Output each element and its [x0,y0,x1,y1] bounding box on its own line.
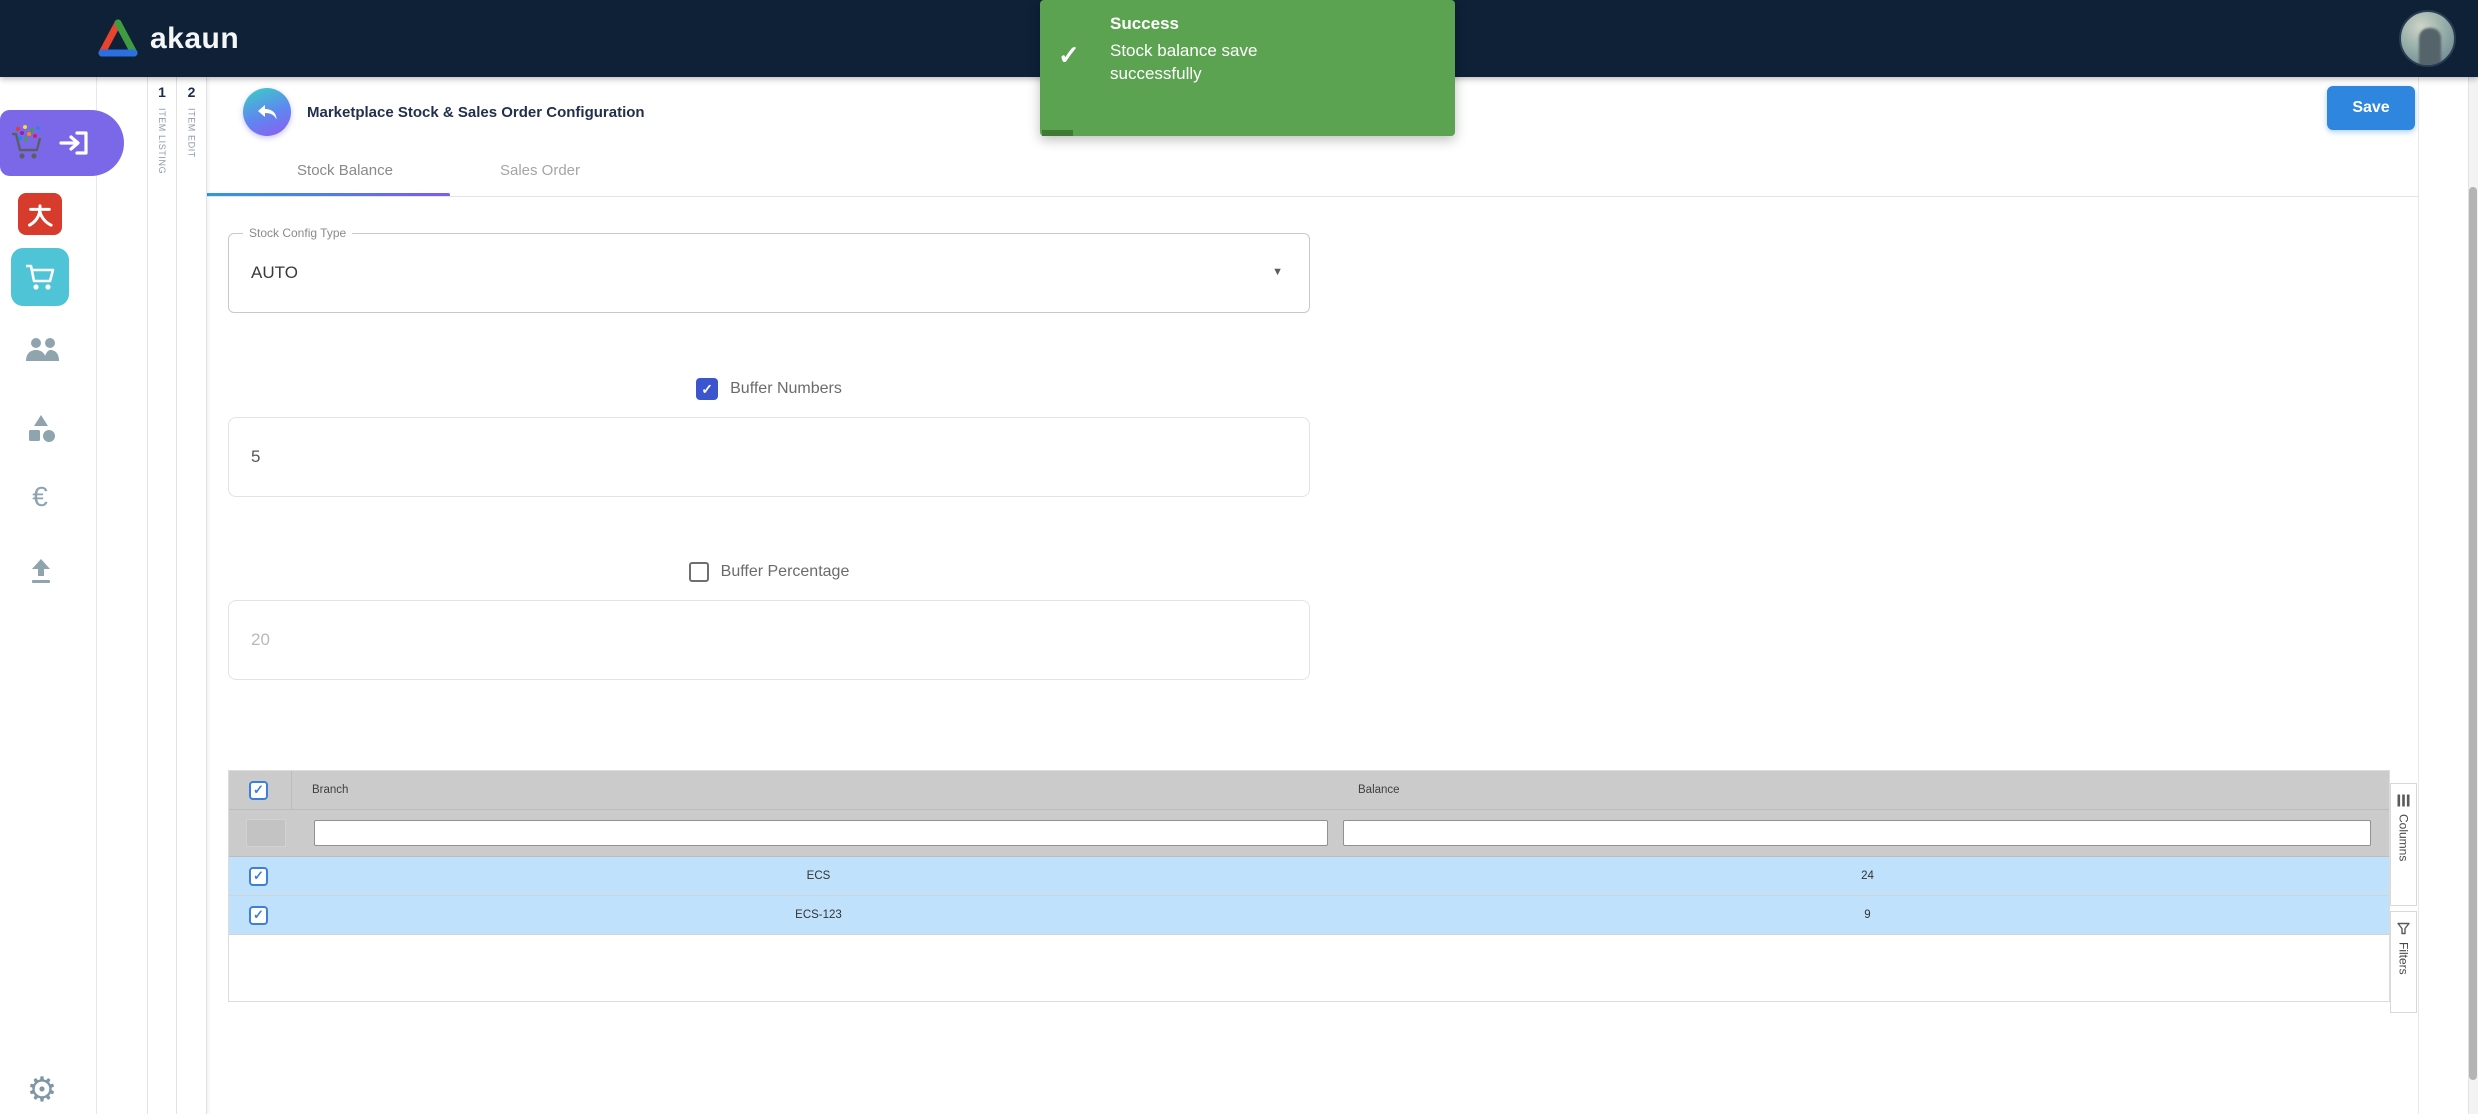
upload-icon [27,557,55,585]
columns-tab-label: Columns [2397,814,2411,861]
user-avatar[interactable] [2399,10,2456,67]
sidebar-item-shop-cart[interactable] [11,248,69,306]
balance-filter-input[interactable] [1343,820,2371,846]
euro-icon: € [32,481,48,513]
filter-funnel-icon [2397,922,2410,935]
success-toast: Success ✓ Stock balance save successfull… [1040,0,1455,136]
sidebar-item-finance[interactable]: € [23,480,57,514]
filters-panel-tab[interactable]: Filters [2390,911,2417,1013]
save-button[interactable]: Save [2327,86,2415,130]
users-icon [23,337,61,363]
row-checkbox[interactable]: ✓ [249,906,268,925]
buffer-numbers-row: ✓ Buffer Numbers [228,378,1310,400]
wizard-tab-number: 1 [158,84,166,100]
table-row[interactable]: ✓ ECS-123 9 [229,896,2389,935]
column-header-balance[interactable]: Balance [1346,784,2389,796]
column-header-branch[interactable]: Branch [291,771,1346,809]
scrollbar-thumb[interactable] [2469,187,2477,1080]
wizard-tab-number: 2 [188,84,196,100]
cart-icon [23,261,57,293]
cell-branch: ECS [291,857,1346,895]
toast-title: Success [1110,14,1437,34]
content-right-divider [2418,77,2419,1114]
row-checkbox[interactable]: ✓ [249,867,268,886]
columns-panel-tab[interactable]: Columns [2390,783,2417,906]
sidebar: € ⚙ [0,77,97,1114]
columns-icon [2397,794,2410,807]
back-button[interactable] [243,88,291,136]
buffer-numbers-label: Buffer Numbers [730,380,842,398]
toast-message: Stock balance save successfully [1110,40,1350,86]
red-app-icon [26,200,54,228]
stock-config-type-label: Stock Config Type [243,226,352,240]
sidebar-item-upload[interactable] [27,557,55,585]
buffer-percentage-checkbox[interactable] [689,562,709,582]
sidebar-item-users[interactable] [23,337,61,363]
cart-confetti-icon [8,124,46,162]
buffer-numbers-checkbox[interactable]: ✓ [696,378,718,400]
tab-sales-order[interactable]: Sales Order [467,162,613,192]
filters-tab-label: Filters [2397,942,2411,975]
buffer-numbers-input[interactable] [228,417,1310,497]
buffer-percentage-row: Buffer Percentage [228,562,1310,582]
toast-check-icon: ✓ [1058,40,1110,86]
app: akaun Success ✓ Stock balance save succe… [0,0,2478,1114]
table-header-row: ✓ Branch Balance [229,771,2389,809]
shapes-icon [25,414,57,444]
tab-stock-balance[interactable]: Stock Balance [247,162,443,192]
sidebar-item-items[interactable] [25,414,57,444]
chevron-down-icon: ▼ [1272,266,1283,278]
branch-balance-table: ✓ Branch Balance ✓ ECS 24 ✓ ECS-123 9 [228,770,2390,1002]
wizard-tab-item-edit[interactable]: 2 ITEM EDIT [177,77,207,1114]
cell-balance: 24 [1346,870,2389,882]
table-filter-row [229,809,2389,857]
wizard-tab-item-listing[interactable]: 1 ITEM LISTING [147,77,177,1114]
cell-branch: ECS-123 [291,896,1346,934]
login-arrow-icon [58,129,90,157]
stock-config-type-value: AUTO [251,263,298,283]
sidebar-item-marketplace[interactable] [0,110,124,176]
buffer-percentage-label: Buffer Percentage [721,563,850,581]
stock-config-type-select[interactable]: Stock Config Type AUTO ▼ [228,233,1310,313]
gear-icon: ⚙ [27,1070,57,1110]
brand-logo: akaun [96,19,239,59]
select-all-checkbox[interactable]: ✓ [249,781,268,800]
tab-divider [207,196,2418,197]
brand-name: akaun [150,22,239,56]
filter-checkbox-placeholder [246,819,286,847]
vertical-scrollbar[interactable] [2468,77,2478,1114]
buffer-percentage-input[interactable] [228,600,1310,680]
sidebar-item-red-app[interactable] [18,193,62,235]
wizard-tab-label: ITEM EDIT [187,108,197,158]
table-row[interactable]: ✓ ECS 24 [229,857,2389,896]
sidebar-item-settings[interactable]: ⚙ [24,1072,60,1108]
branch-filter-input[interactable] [314,820,1328,846]
back-arrow-icon [255,100,279,124]
page-title: Marketplace Stock & Sales Order Configur… [307,104,645,121]
toast-progress-bar [1042,130,1073,136]
cell-balance: 9 [1346,909,2389,921]
wizard-tab-label: ITEM LISTING [157,108,167,174]
brand-triangle-icon [96,19,140,59]
